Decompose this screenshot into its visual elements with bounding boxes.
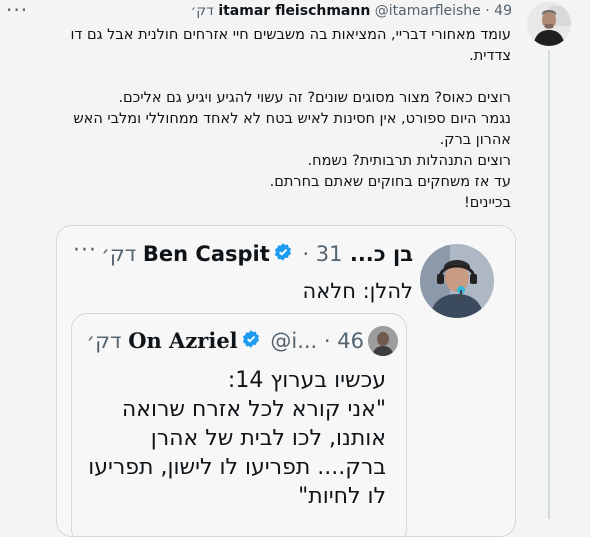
quoted-tweet-card[interactable]: ··· בן כ... Ben Caspit · 31 דק׳ להלן: חל…	[56, 225, 516, 537]
tweet-view: ··· itamar fleischmann @itamarfleishe · …	[0, 0, 590, 537]
nested-quoted-tweet-card[interactable]: On Azriel @i... · 46 דק׳ עכשיו בערוץ 14:…	[71, 313, 407, 536]
tweet-body: עומד מאחורי דבריי, המציאות בה משבשים חיי…	[51, 25, 511, 214]
author-name[interactable]: itamar fleischmann	[218, 3, 370, 19]
nested-line: אותנו, לכו לבית של אהרן	[150, 426, 386, 451]
verified-badge-icon	[241, 328, 261, 356]
thread-line	[548, 50, 550, 519]
author-avatar-photo	[527, 2, 571, 46]
nested-line: עכשיו בערוץ 14:	[227, 368, 386, 393]
nested-line: ברק.... תפריעו לו לישון, תפריעו	[88, 455, 386, 480]
quoted-avatar-photo	[420, 244, 494, 318]
tweet-line: עומד מאחורי דבריי, המציאות בה משבשים חיי…	[70, 27, 511, 64]
tweet-line: בכיינים!	[463, 195, 511, 211]
nested-line: "אני קורא לכל אזרח שרואה	[121, 397, 386, 422]
nested-author-handle[interactable]: @i...	[270, 329, 317, 353]
tweet-header: itamar fleischmann @itamarfleishe · 49 ד…	[190, 2, 512, 20]
tweet-line: עד אז משחקים בחוקים שאתם בחרתם.	[269, 174, 511, 190]
quoted-author-avatar[interactable]	[420, 244, 494, 318]
nested-text: עכשיו בערוץ 14: "אני קורא לכל אזרח שרואה…	[86, 366, 386, 511]
quoted-header: בן כ... Ben Caspit · 31 דק׳	[101, 240, 413, 269]
nested-author-avatar[interactable]	[368, 326, 398, 356]
nested-author-name[interactable]: On Azriel	[128, 328, 237, 353]
tweet-line: רוצים כאוס? מצור מסוגים שונים? זה עשוי ל…	[118, 90, 511, 106]
nested-avatar-photo	[368, 326, 398, 356]
separator-dot: ·	[317, 329, 338, 353]
quoted-text: להלן: חלאה	[302, 279, 413, 303]
nested-header: On Azriel @i... · 46 דק׳	[86, 327, 364, 356]
tweet-line: נגמר היום ספורט, אין חסינות לאיש בטח לא …	[73, 111, 511, 148]
nested-line: לו לחיות"	[298, 484, 386, 509]
tweet-line: רוצים התנהלות תרבותית? נשמח.	[307, 153, 512, 169]
quoted-more-icon[interactable]: ···	[73, 238, 97, 263]
more-options-icon[interactable]: ···	[6, 0, 28, 22]
verified-badge-icon	[273, 241, 293, 269]
separator-dot: ·	[295, 242, 316, 266]
author-avatar[interactable]	[527, 2, 571, 46]
separator-dot: ·	[485, 3, 490, 19]
author-handle[interactable]: @itamarfleishe	[375, 3, 481, 19]
